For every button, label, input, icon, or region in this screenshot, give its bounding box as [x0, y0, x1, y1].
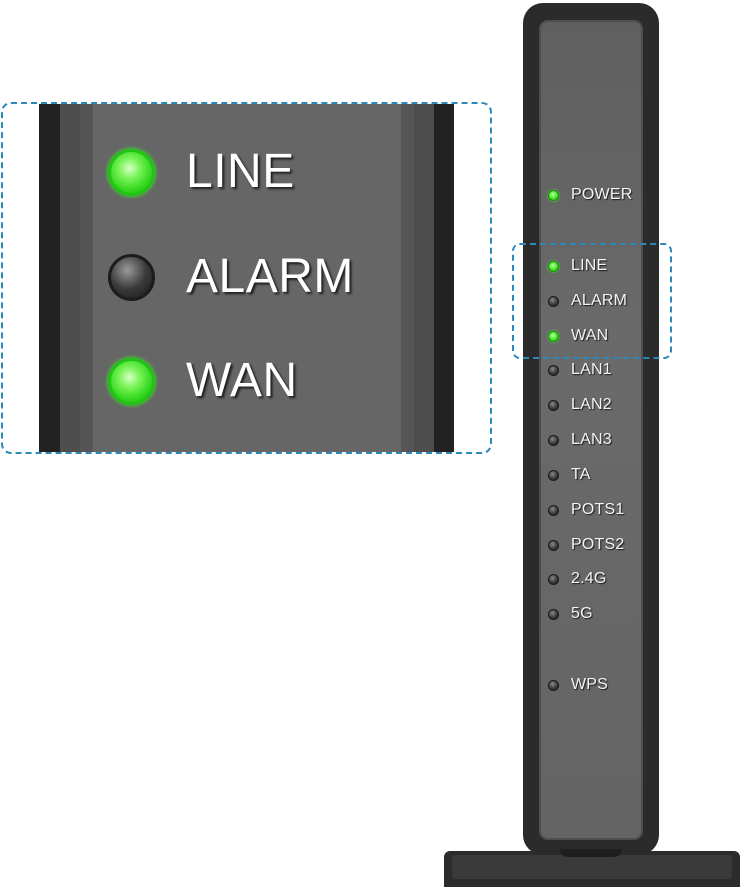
indicator-5g: 5G — [548, 604, 593, 624]
lan2-label: LAN2 — [571, 396, 612, 413]
zoom-alarm-label: ALARM — [186, 250, 354, 303]
indicator-lan3: LAN3 — [548, 430, 612, 450]
zoom-wan-label: WAN — [186, 354, 298, 407]
router-stand-top — [452, 855, 732, 879]
wifi-2-4g-label: 2.4G — [571, 570, 607, 587]
zoom-panel-edge-right-inner — [400, 104, 414, 452]
highlight-frame — [512, 243, 672, 359]
power-led-icon — [548, 189, 559, 201]
indicator-pots2: POTS2 — [548, 535, 624, 555]
indicator-2-4g: 2.4G — [548, 569, 607, 589]
zoom-line-label: LINE — [186, 145, 295, 198]
zoom-panel-edge-left-inner — [80, 104, 94, 452]
wifi-2-4g-led-icon — [548, 573, 559, 585]
zoom-indicator-wan: WAN — [108, 356, 298, 406]
indicator-power: POWER — [548, 185, 632, 205]
wps-label: WPS — [571, 676, 609, 693]
router-body — [523, 3, 659, 855]
indicator-wps: WPS — [548, 675, 608, 695]
pots1-led-icon — [548, 504, 559, 516]
pots2-label: POTS2 — [571, 536, 625, 553]
lan3-led-icon — [548, 434, 559, 446]
zoom-alarm-led-icon — [108, 253, 155, 301]
lan3-label: LAN3 — [571, 431, 612, 448]
wifi-5g-led-icon — [548, 608, 559, 620]
wifi-5g-label: 5G — [571, 605, 593, 622]
lan2-led-icon — [548, 399, 559, 411]
indicator-lan1: LAN1 — [548, 360, 612, 380]
zoom-indicator-line: LINE — [108, 147, 295, 197]
ta-label: TA — [571, 466, 591, 483]
power-label: POWER — [571, 186, 633, 203]
indicator-ta: TA — [548, 465, 591, 485]
indicator-pots1: POTS1 — [548, 500, 624, 520]
pots2-led-icon — [548, 539, 559, 551]
router-stand-neck — [560, 849, 622, 857]
zoom-wan-led-icon — [108, 357, 155, 405]
lan1-led-icon — [548, 364, 559, 376]
pots1-label: POTS1 — [571, 501, 625, 518]
wps-led-icon — [548, 679, 559, 691]
ta-led-icon — [548, 469, 559, 481]
lan1-label: LAN1 — [571, 361, 612, 378]
zoom-line-led-icon — [108, 148, 155, 196]
indicator-lan2: LAN2 — [548, 395, 612, 415]
zoom-indicator-alarm: ALARM — [108, 252, 354, 302]
